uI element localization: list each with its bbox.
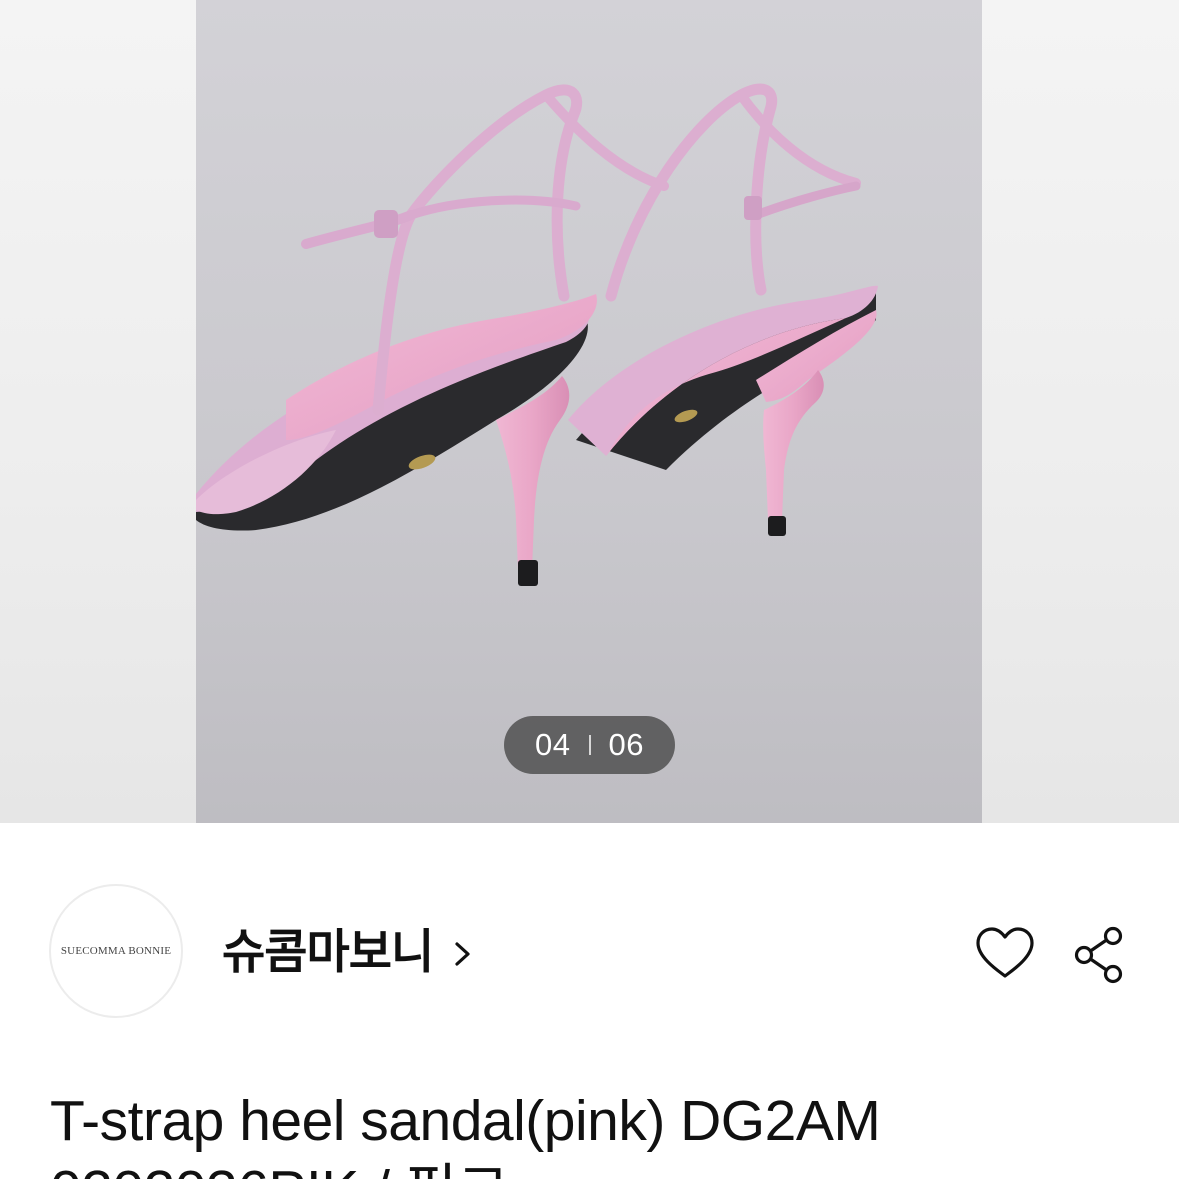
chevron-right-icon[interactable] [450, 934, 476, 974]
product-photo[interactable] [196, 0, 982, 823]
heart-icon[interactable] [974, 926, 1036, 982]
brand-logo-text: SUECOMMA BONNIE [60, 945, 172, 957]
product-detail-page: 04 06 SUECOMMA BONNIE 슈콤마보니 T-strap heel… [0, 0, 1179, 1179]
sandal-illustration [196, 0, 982, 823]
product-image-gallery[interactable]: 04 06 [0, 0, 1179, 823]
brand-name-link[interactable]: 슈콤마보니 [222, 924, 434, 980]
image-counter-total: 06 [608, 727, 644, 762]
image-counter-divider [588, 735, 591, 755]
image-counter: 04 06 [504, 716, 675, 774]
share-icon[interactable] [1072, 926, 1128, 984]
brand-row: SUECOMMA BONNIE 슈콤마보니 [0, 882, 1179, 1022]
brand-logo[interactable]: SUECOMMA BONNIE [49, 884, 183, 1018]
image-counter-current: 04 [535, 727, 571, 762]
product-title: T-strap heel sandal(pink) DG2AM 0202036P… [50, 1089, 881, 1179]
